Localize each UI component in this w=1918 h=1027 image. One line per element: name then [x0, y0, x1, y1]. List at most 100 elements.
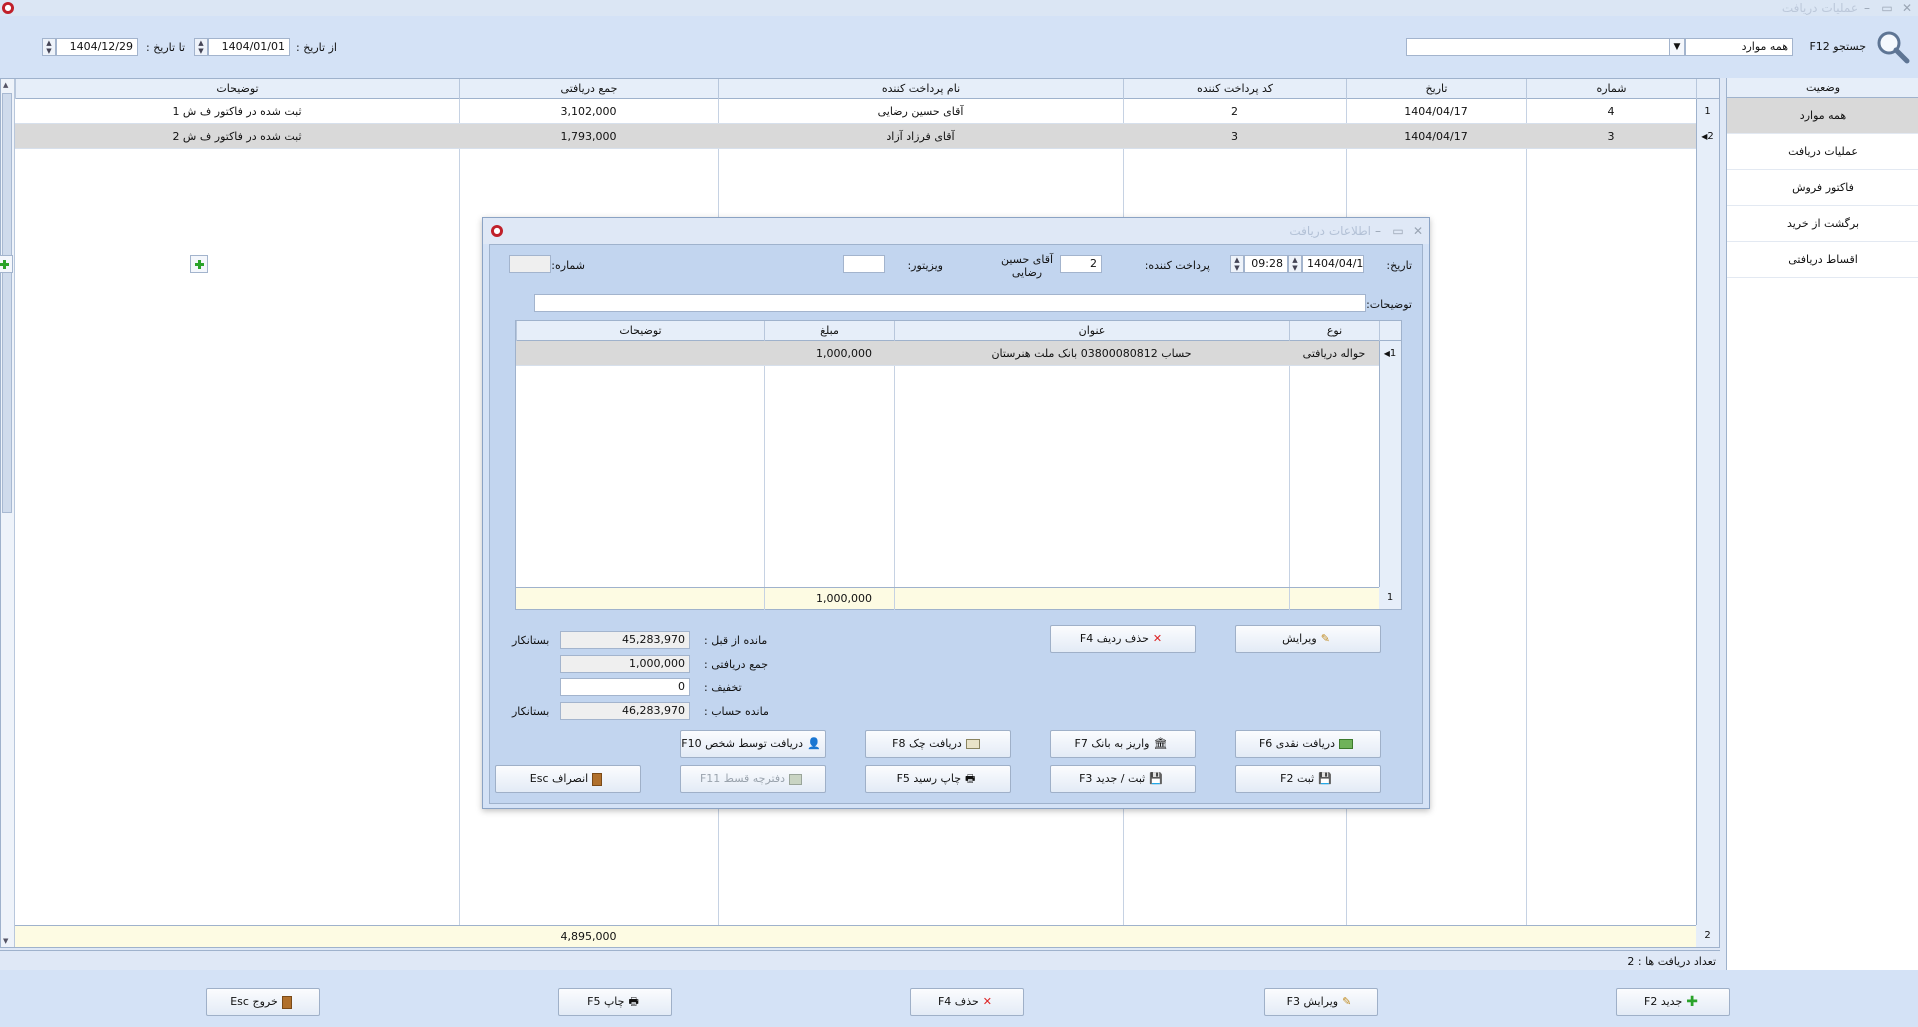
- number-label: شماره:: [551, 259, 585, 272]
- table-row-selected[interactable]: 1,000,000 حساب 03800080812 بانک ملت هنرس…: [516, 341, 1379, 366]
- scroll-down-icon[interactable]: ▼: [3, 937, 8, 945]
- grid-divider: [1526, 99, 1527, 926]
- cell-payer-name: آقای حسین رضایی: [877, 105, 964, 118]
- exit-button[interactable]: خروج Esc: [206, 988, 320, 1016]
- payer-code-input[interactable]: 2: [1060, 255, 1102, 273]
- time-input[interactable]: 09:28: [1244, 255, 1288, 273]
- cancel-button[interactable]: انصراف Esc: [495, 765, 641, 793]
- items-grid-header: توضیحات مبلغ عنوان نوع: [516, 321, 1401, 341]
- col-header-desc[interactable]: توضیحات: [15, 79, 459, 99]
- vertical-scrollbar[interactable]: ▲ ▼: [1, 79, 15, 947]
- receipt-info-dialog: ● اطلاعات دریافت – ▭ ✕ تاریخ: 1404/04/18…: [0, 217, 1430, 809]
- grid-divider: [894, 588, 895, 610]
- cash-icon: [1339, 739, 1353, 749]
- bank-deposit-button[interactable]: 🏛واریز به بانک F7: [1050, 730, 1196, 758]
- description-input[interactable]: [534, 294, 1366, 312]
- col-header-total[interactable]: جمع دریافتی: [459, 79, 718, 99]
- scrollbar-thumb[interactable]: [2, 93, 12, 513]
- add-payer-icon[interactable]: [190, 255, 208, 273]
- close-icon[interactable]: ✕: [1898, 0, 1916, 16]
- plus-icon: ✚: [1686, 994, 1698, 1010]
- edit-button[interactable]: ✎ویرایش F3: [1264, 988, 1378, 1016]
- cell-date: 1404/04/17: [1404, 130, 1468, 143]
- installment-book-button[interactable]: دفترچه قسط F11: [680, 765, 826, 793]
- delete-x-icon: ✕: [982, 995, 993, 1008]
- delete-x-icon: ✕: [1152, 632, 1163, 645]
- search-icon[interactable]: [1876, 30, 1910, 64]
- col-header-type[interactable]: نوع: [1289, 321, 1379, 341]
- dialog-titlebar: ● اطلاعات دریافت – ▭ ✕: [483, 218, 1429, 244]
- grid-divider: [1289, 341, 1290, 588]
- side-item-sales-invoice[interactable]: فاکتور فروش: [1727, 170, 1918, 206]
- side-item-receipts[interactable]: عملیات دریافت: [1727, 134, 1918, 170]
- side-header: وضعیت: [1727, 78, 1918, 98]
- cell-payer-name: آقای فرزاد آزاد: [886, 130, 955, 143]
- table-row[interactable]: ثبت شده در فاکتور ف ش 1 3,102,000 آقای ح…: [15, 99, 1696, 124]
- side-item-installments[interactable]: اقساط دریافتی: [1727, 242, 1918, 278]
- side-item-all[interactable]: همه موارد: [1727, 98, 1918, 134]
- check-receipt-button[interactable]: دریافت چک F8: [865, 730, 1011, 758]
- date-input[interactable]: 1404/04/18: [1302, 255, 1364, 273]
- print-receipt-button[interactable]: 🖶چاپ رسید F5: [865, 765, 1011, 793]
- to-date-input[interactable]: 1404/12/29: [56, 38, 138, 56]
- time-spinner[interactable]: ▲ ▼: [1230, 255, 1244, 273]
- grid-divider: [764, 341, 765, 588]
- prev-balance-status: بستانکار: [512, 634, 550, 647]
- minimize-icon[interactable]: –: [1858, 0, 1876, 16]
- number-input[interactable]: [509, 255, 551, 273]
- from-date-spinner[interactable]: ▲ ▼: [194, 38, 208, 56]
- save-button[interactable]: 💾ثبت F2: [1235, 765, 1381, 793]
- dialog-minimize-icon[interactable]: –: [1369, 223, 1387, 239]
- footer-amount: 1,000,000: [816, 592, 872, 605]
- dialog-close-icon[interactable]: ✕: [1409, 223, 1427, 239]
- visitor-input[interactable]: [843, 255, 885, 273]
- dialog-maximize-icon[interactable]: ▭: [1389, 223, 1407, 239]
- add-visitor-icon[interactable]: [0, 255, 13, 273]
- delete-button[interactable]: ✕حذف F4: [910, 988, 1024, 1016]
- col-header-payer-name[interactable]: نام پرداخت کننده: [718, 79, 1123, 99]
- visitor-label: ویزیتور:: [907, 259, 943, 272]
- col-header-title[interactable]: عنوان: [894, 321, 1289, 341]
- col-header-payer-code[interactable]: کد پرداخت کننده: [1123, 79, 1346, 99]
- receive-by-person-button[interactable]: 👤 دریافت توسط شخص F10: [680, 730, 826, 758]
- save-label: ثبت F2: [1280, 772, 1315, 785]
- save-new-button[interactable]: 💾ثبت / جدید F3: [1050, 765, 1196, 793]
- window-title: عملیات دریافت: [1781, 1, 1858, 15]
- maximize-icon[interactable]: ▭: [1878, 0, 1896, 16]
- person-icon: 👤: [807, 737, 821, 750]
- search-input[interactable]: [1406, 38, 1670, 56]
- scroll-up-icon[interactable]: ▲: [3, 81, 8, 89]
- new-button[interactable]: ✚جدید F2: [1616, 988, 1730, 1016]
- installment-book-label: دفترچه قسط F11: [699, 772, 786, 785]
- delete-row-button[interactable]: ✕حذف ردیف F4: [1050, 625, 1196, 653]
- chevron-down-icon[interactable]: ▼: [1669, 38, 1685, 56]
- col-header-number[interactable]: شماره: [1526, 79, 1696, 99]
- col-header-date[interactable]: تاریخ: [1346, 79, 1526, 99]
- cell-total: 1,793,000: [560, 130, 617, 143]
- print-button[interactable]: 🖶چاپ F5: [558, 988, 672, 1016]
- col-header-amount[interactable]: مبلغ: [764, 321, 894, 341]
- edit-row-label: ویرایش: [1282, 632, 1317, 645]
- table-row-selected[interactable]: ثبت شده در فاکتور ف ش 2 1,793,000 آقای ف…: [15, 124, 1696, 149]
- date-spinner[interactable]: ▲ ▼: [1288, 255, 1302, 273]
- edit-row-button[interactable]: ✎ویرایش: [1235, 625, 1381, 653]
- footer-total: 4,895,000: [560, 930, 617, 943]
- grid-divider: [894, 341, 895, 588]
- discount-input[interactable]: 0: [560, 678, 690, 696]
- to-date-spinner[interactable]: ▲ ▼: [42, 38, 56, 56]
- search-label: جستجو F12: [1809, 40, 1866, 53]
- footer-count: 1: [1379, 587, 1401, 609]
- cell-desc: ثبت شده در فاکتور ف ش 1: [172, 105, 302, 118]
- payer-label: پرداخت کننده:: [1144, 259, 1210, 272]
- installment-book-icon: [789, 773, 803, 785]
- category-select[interactable]: همه موارد: [1685, 38, 1793, 56]
- exit-label: خروج Esc: [230, 995, 278, 1008]
- printer-icon: 🖶: [965, 772, 976, 785]
- cell-payer-code: 2: [1231, 105, 1238, 118]
- cash-receipt-button[interactable]: دریافت نقدی F6: [1235, 730, 1381, 758]
- col-header-desc[interactable]: توضیحات: [516, 321, 764, 341]
- check-receipt-label: دریافت چک F8: [892, 737, 962, 750]
- receive-by-person-label: دریافت توسط شخص F10: [681, 737, 803, 750]
- side-item-purchase-return[interactable]: برگشت از خرید: [1727, 206, 1918, 242]
- from-date-input[interactable]: 1404/01/01: [208, 38, 290, 56]
